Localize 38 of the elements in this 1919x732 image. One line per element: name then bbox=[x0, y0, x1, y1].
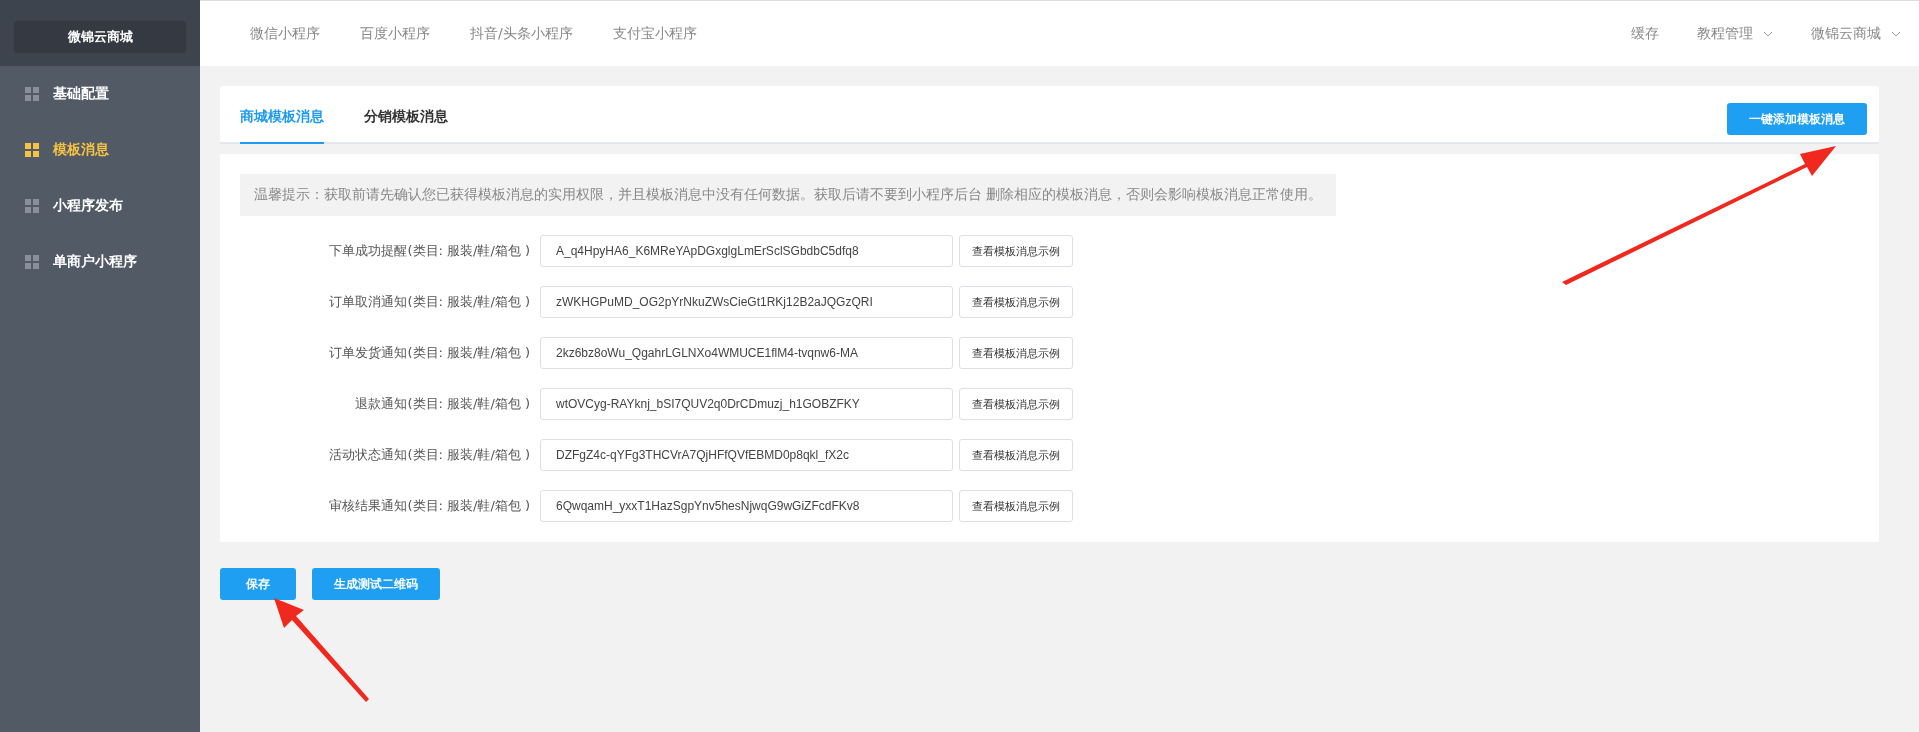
nav-menu[interactable]: 教程管理 bbox=[1697, 24, 1773, 43]
field-label: 审核结果通知(类目: 服装/鞋/箱包 ) bbox=[328, 497, 531, 515]
field-label: 活动状态通知(类目: 服装/鞋/箱包 ) bbox=[328, 446, 531, 464]
sidebar-item[interactable]: 基础配置 bbox=[0, 66, 200, 122]
view-example-button[interactable]: 查看模板消息示例 bbox=[959, 388, 1073, 420]
template-id-field[interactable]: 6QwqamH_yxxT1HazSgpYnv5hesNjwqG9wGiZFcdFKv8 bbox=[540, 490, 953, 522]
nav-link[interactable]: 支付宝小程序 bbox=[612, 24, 697, 43]
view-example-button[interactable]: 查看模板消息示例 bbox=[959, 337, 1073, 369]
field-label: 下单成功提醒(类目: 服装/鞋/箱包 ) bbox=[328, 242, 531, 260]
chevron-down-icon bbox=[1763, 30, 1773, 37]
view-example-button[interactable]: 查看模板消息示例 bbox=[959, 490, 1073, 522]
logo-text[interactable]: 微锦云商城 bbox=[14, 20, 186, 53]
template-id-field[interactable]: 2kz6bz8oWu_QgahrLGLNXo4WMUCE1flM4-tvqnw6-MA bbox=[540, 337, 953, 369]
template-id-field[interactable]: wtOVCyg-RAYknj_bSI7QUV2q0DrCDmuzj_h1GOBZFKY bbox=[540, 388, 953, 420]
view-example-button[interactable]: 查看模板消息示例 bbox=[959, 439, 1073, 471]
nav-menu[interactable]: 缓存 bbox=[1631, 24, 1659, 43]
chevron-down-icon bbox=[1891, 30, 1901, 37]
template-id-field[interactable]: DZFgZ4c-qYFg3THCVrA7QjHFfQVfEBMD0p8qkl_fX2c bbox=[540, 439, 953, 471]
sidebar-item[interactable]: 模板消息 bbox=[0, 122, 200, 178]
view-example-button[interactable]: 查看模板消息示例 bbox=[959, 235, 1073, 267]
field-label: 订单发货通知(类目: 服装/鞋/箱包 ) bbox=[328, 344, 531, 362]
grid-icon bbox=[25, 87, 39, 101]
sidebar-item[interactable]: 小程序发布 bbox=[0, 178, 200, 234]
field-label: 订单取消通知(类目: 服装/鞋/箱包 ) bbox=[328, 293, 531, 311]
nav-menu[interactable]: 微锦云商城 bbox=[1811, 24, 1901, 43]
field-label: 退款通知(类目: 服装/鞋/箱包 ) bbox=[354, 395, 531, 413]
nav-link[interactable]: 百度小程序 bbox=[360, 24, 430, 43]
grid-icon bbox=[25, 143, 39, 157]
tab[interactable]: 分销模板消息 bbox=[364, 108, 448, 144]
view-example-button[interactable]: 查看模板消息示例 bbox=[959, 286, 1073, 318]
nav-link[interactable]: 微信小程序 bbox=[250, 24, 320, 43]
sidebar-item[interactable]: 单商户小程序 bbox=[0, 234, 200, 290]
grid-icon bbox=[25, 255, 39, 269]
nav-link[interactable]: 抖音/头条小程序 bbox=[470, 24, 573, 43]
notice-text: 温馨提示：获取前请先确认您已获得模板消息的实用权限，并且模板消息中没有任何数据。获取后请不要到小程序后台 删除相应的模板消息，否则会影响模板消息正常使用。 bbox=[240, 174, 1337, 216]
template-id-field[interactable]: zWKHGPuMD_OG2pYrNkuZWsCieGt1RKj12B2aJQGzQRI bbox=[540, 286, 953, 318]
grid-icon bbox=[25, 199, 39, 213]
template-id-field[interactable]: A_q4HpyHA6_K6MReYApDGxglgLmErSclSGbdbC5dfq8 bbox=[540, 235, 953, 267]
